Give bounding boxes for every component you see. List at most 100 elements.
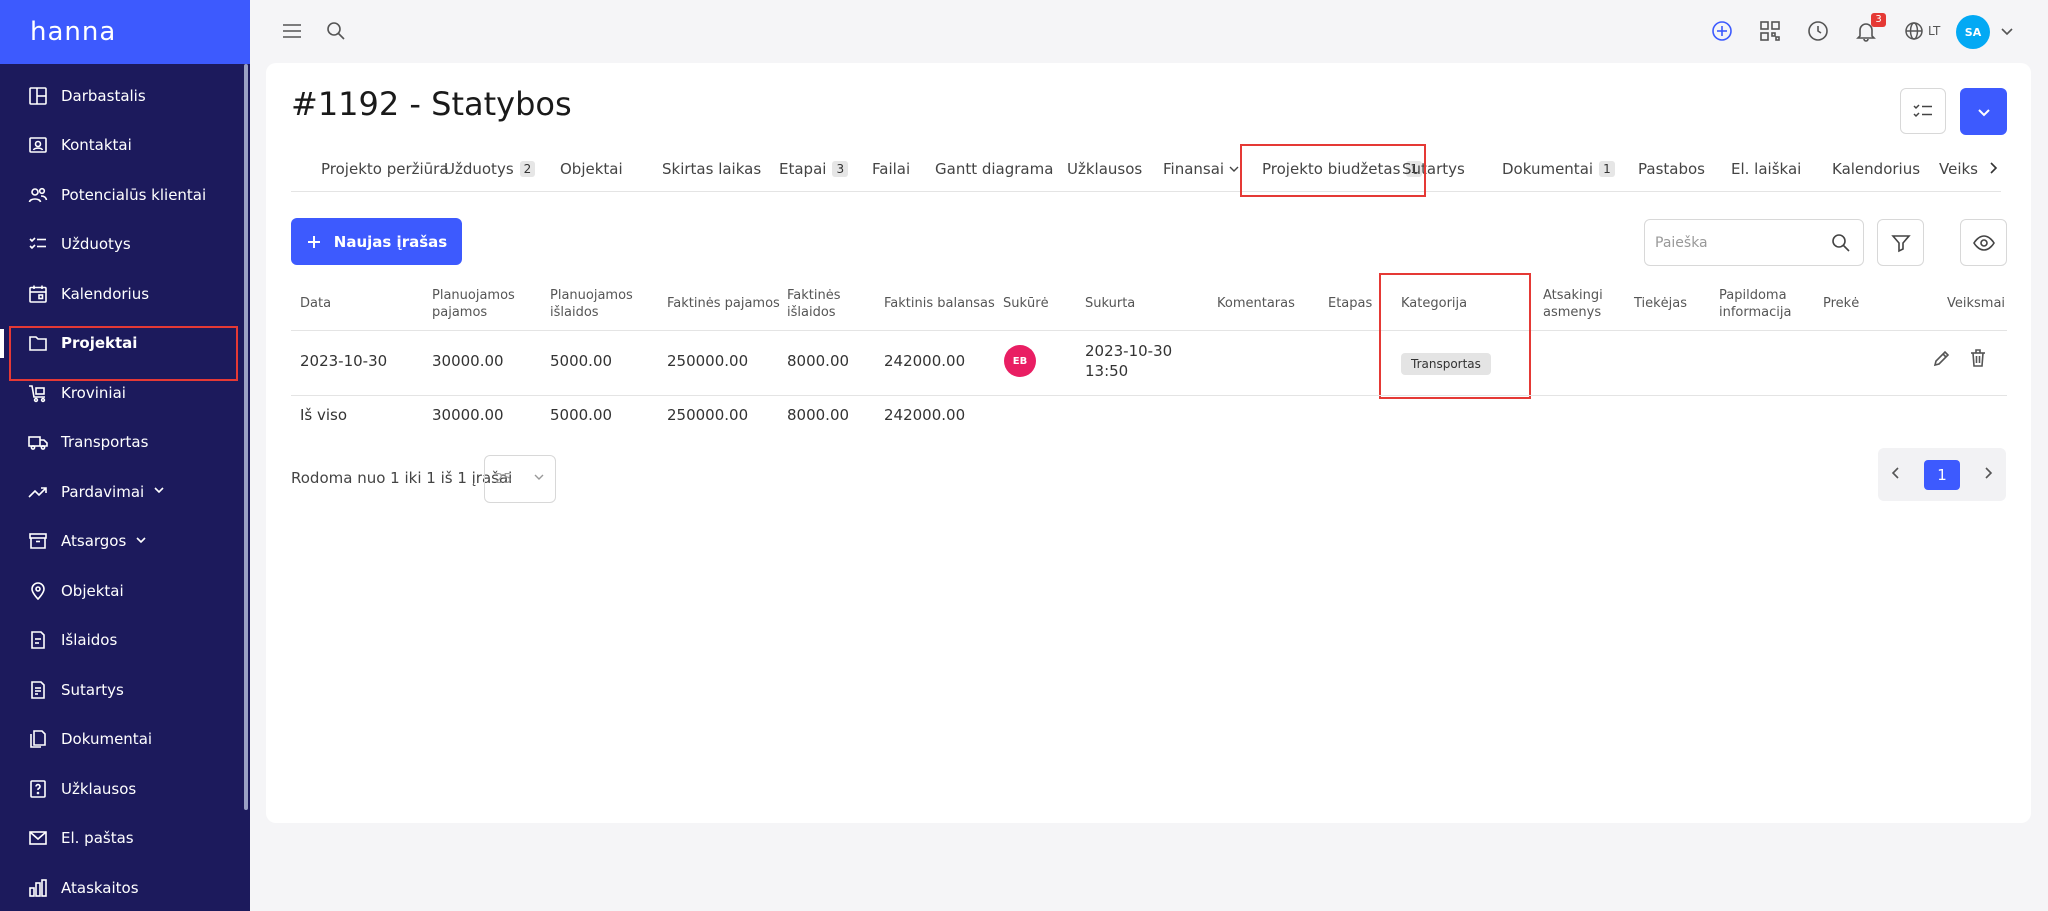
cell-actual-balance: 242000.00	[884, 352, 966, 370]
sidebar-item-transportas[interactable]: Transportas	[0, 418, 250, 468]
stock-icon	[27, 530, 49, 552]
column-header[interactable]: Faktinis balansas	[884, 295, 995, 312]
sidebar-item-potencialus-klientai[interactable]: Potencialūs klientai	[0, 170, 250, 220]
page-size-value: 25	[495, 471, 512, 487]
sidebar-item-kroviniai[interactable]: Kroviniai	[0, 368, 250, 418]
sidebar-item-label: El. paštas	[61, 829, 134, 848]
highlight-box-category	[1379, 273, 1531, 399]
user-avatar[interactable]: SA	[1956, 15, 1990, 49]
column-header[interactable]: Papildoma informacija	[1719, 287, 1804, 321]
sidebar-item-sutartys[interactable]: Sutartys	[0, 665, 250, 715]
sidebar-item-label: Išlaidos	[61, 631, 118, 650]
cell-date: 2023-10-30	[300, 352, 388, 370]
chevron-right-icon[interactable]	[1981, 465, 1995, 484]
actions-dropdown-button[interactable]	[1960, 88, 2007, 135]
tab-sutartys[interactable]: Sutartys	[1402, 146, 1465, 191]
trash-icon[interactable]	[1968, 348, 1988, 372]
column-header[interactable]: Tiekėjas	[1634, 295, 1687, 312]
totals-label: Iš viso	[300, 406, 348, 424]
sidebar-item-label: Objektai	[61, 581, 124, 600]
sidebar-item-objektai[interactable]: Objektai	[0, 566, 250, 616]
tab-gantt-diagrama[interactable]: Gantt diagrama	[935, 146, 1053, 191]
column-header[interactable]: Prekė	[1823, 295, 1859, 312]
chevron-right-icon[interactable]	[1986, 159, 2000, 180]
column-header[interactable]: Atsakingi asmenys	[1543, 287, 1613, 321]
tab-kalendorius[interactable]: Kalendorius	[1832, 146, 1920, 191]
documents-icon	[27, 728, 49, 750]
column-header[interactable]: Faktinės pajamos	[667, 295, 780, 312]
notification-badge: 3	[1871, 13, 1886, 27]
tab-etapai[interactable]: Etapai 3	[779, 146, 849, 191]
clock-icon[interactable]	[1806, 19, 1830, 43]
column-visibility-button[interactable]	[1960, 219, 2007, 266]
sidebar-item-projektai[interactable]: Projektai	[0, 319, 250, 369]
column-header[interactable]: Sukūrė	[1003, 295, 1049, 312]
sidebar-item-dokumentai[interactable]: Dokumentai	[0, 715, 250, 765]
search-icon[interactable]	[1831, 233, 1851, 253]
folder-icon	[27, 332, 49, 354]
column-header[interactable]: Planuojamos išlaidos	[550, 287, 635, 321]
app-logo[interactable]: hanna	[30, 17, 116, 47]
checklist-button[interactable]	[1900, 88, 1946, 134]
column-header[interactable]: Data	[300, 295, 331, 312]
search-box	[1644, 219, 1864, 266]
count-badge: 3	[832, 160, 849, 177]
tab-failai[interactable]: Failai	[872, 146, 910, 191]
cell-created-date: 2023-10-30	[1085, 342, 1173, 360]
sidebar-scrollbar[interactable]	[244, 64, 248, 810]
qr-code-icon[interactable]	[1758, 19, 1782, 43]
table-header-divider	[291, 330, 2007, 331]
chevron-down-icon[interactable]	[1999, 23, 2015, 43]
sidebar-item-islaidos[interactable]: Išlaidos	[0, 616, 250, 666]
tab-el-laiskai[interactable]: El. laiškai	[1731, 146, 1801, 191]
sidebar-item-uzklausos[interactable]: Užklausos	[0, 764, 250, 814]
column-header[interactable]: Etapas	[1328, 295, 1372, 312]
add-circle-icon[interactable]	[1710, 19, 1734, 43]
search-icon[interactable]	[324, 19, 348, 43]
language-selector[interactable]: LT	[1904, 21, 1940, 41]
sidebar-item-label: Kroviniai	[61, 383, 126, 402]
tab-projekto-biudzetas[interactable]: Projekto biudžetas 1	[1262, 146, 1423, 191]
tab-finansai[interactable]: Finansai	[1163, 146, 1240, 191]
sidebar-item-darbastalis[interactable]: Darbastalis	[0, 71, 250, 121]
page-size-select[interactable]: 25	[484, 455, 556, 503]
avatar[interactable]: EB	[1004, 345, 1036, 377]
chevron-left-icon[interactable]	[1889, 465, 1903, 484]
sidebar-item-uzduotys[interactable]: Užduotys	[0, 220, 250, 270]
cell-created-time: 13:50	[1085, 362, 1129, 380]
sidebar-item-label: Pardavimai	[61, 482, 145, 501]
sidebar-item-kalendorius[interactable]: Kalendorius	[0, 269, 250, 319]
main-card: #1192 - Statybos Projekto peržiūra Užduo…	[266, 63, 2031, 823]
column-header[interactable]: Planuojamos pajamos	[432, 287, 517, 321]
sidebar-item-el-pastas[interactable]: El. paštas	[0, 814, 250, 864]
hamburger-menu-icon[interactable]	[280, 19, 304, 43]
page-button-current[interactable]: 1	[1923, 459, 1960, 490]
add-entry-button[interactable]: Naujas įrašas	[291, 218, 462, 265]
tab-objektai[interactable]: Objektai	[560, 146, 623, 191]
sidebar-item-label: Sutartys	[61, 680, 124, 699]
cell-actual-income: 250000.00	[667, 352, 749, 370]
sidebar-item-atsargos[interactable]: Atsargos	[0, 517, 250, 567]
tab-dokumentai[interactable]: Dokumentai 1	[1502, 146, 1615, 191]
sidebar-item-label: Darbastalis	[61, 86, 146, 105]
column-header[interactable]: Sukurta	[1085, 295, 1135, 312]
sidebar-item-kontaktai[interactable]: Kontaktai	[0, 121, 250, 171]
tab-uzklausos[interactable]: Užklausos	[1067, 146, 1142, 191]
tab-projekto-perziura[interactable]: Projekto peržiūra	[321, 146, 449, 191]
search-input[interactable]	[1655, 234, 1825, 251]
column-header[interactable]: Komentaras	[1217, 295, 1295, 312]
tab-skirtas-laikas[interactable]: Skirtas laikas	[662, 146, 761, 191]
inquiries-icon	[27, 778, 49, 800]
filter-button[interactable]	[1877, 219, 1924, 266]
sidebar-item-pardavimai[interactable]: Pardavimai	[0, 467, 250, 517]
bell-icon[interactable]: 3	[1854, 13, 1886, 43]
cell-planned-income: 30000.00	[432, 352, 504, 370]
tab-uzduotys[interactable]: Užduotys 2	[444, 146, 536, 191]
edit-icon[interactable]	[1932, 348, 1952, 372]
sidebar-nav: Darbastalis Kontaktai Potencialūs klient…	[0, 64, 250, 911]
column-header[interactable]: Kategorija	[1401, 295, 1467, 312]
column-header[interactable]: Faktinės išlaidos	[787, 287, 857, 321]
tab-veiksmai[interactable]: Veiks	[1939, 146, 1984, 191]
sidebar-item-ataskaitos[interactable]: Ataskaitos	[0, 863, 250, 911]
tab-pastabos[interactable]: Pastabos	[1638, 146, 1705, 191]
